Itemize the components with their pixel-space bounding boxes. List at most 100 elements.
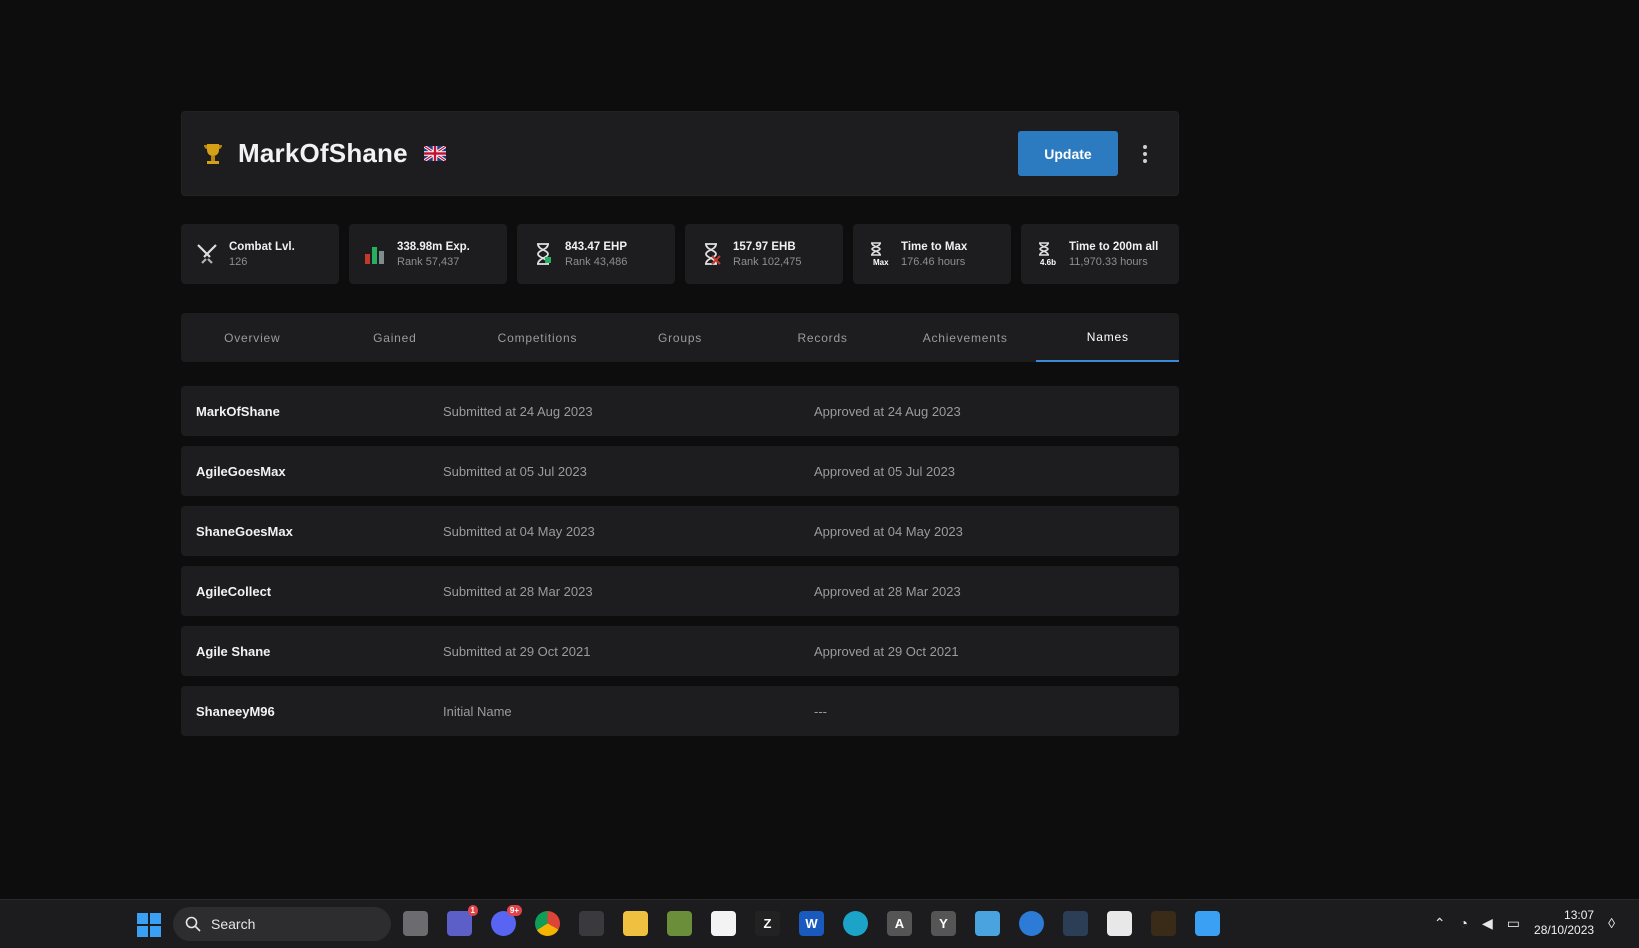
stat-time-to-200m: 4.6b Time to 200m all 11,970.33 hours [1021,224,1179,284]
submitted-date: Submitted at 05 Jul 2023 [443,463,587,479]
windows-start-icon[interactable] [137,913,161,937]
stat-value: 176.46 hours [901,255,966,268]
stats-bar: Combat Lvl. 126 338.98m Exp. Rank 57,437… [181,224,1179,284]
notepad-icon[interactable] [975,911,1000,936]
tab-achievements[interactable]: Achievements [894,313,1037,362]
y-app-icon[interactable]: Y [931,911,956,936]
teams-icon[interactable]: 1 [447,905,478,936]
submitted-date: Submitted at 04 May 2023 [443,523,595,539]
file-explorer-icon[interactable] [623,911,648,936]
taskbar-apps: 1 9+ Z W A Y [403,905,1220,936]
uk-flag-icon [422,144,447,163]
player-profile: MarkOfShane Update Combat Lvl. 126 338.9… [181,111,1180,736]
submitted-date: Submitted at 29 Oct 2021 [443,643,591,659]
hourglass-4.6b-icon: 4.6b [1039,242,1056,266]
stat-value: 126 [229,255,248,268]
snipping-tool-icon[interactable] [1107,911,1132,936]
taskbar-search[interactable]: Search [173,907,391,941]
stat-ehp: 843.47 EHP Rank 43,486 [517,224,675,284]
notification-bell-icon[interactable]: ◊ [1608,915,1615,931]
chrome-icon[interactable] [535,911,560,936]
approved-date: Approved at 28 Mar 2023 [814,583,961,599]
profile-tabs: Overview Gained Competitions Groups Reco… [181,313,1180,362]
approved-date: Approved at 29 Oct 2021 [814,643,959,659]
clock-date: 28/10/2023 [1534,923,1595,937]
search-icon [185,916,201,932]
stat-value: Rank 57,437 [397,255,460,268]
hourglass-max-icon: Max [871,242,889,266]
stat-title: 157.97 EHB [733,240,796,253]
tab-records[interactable]: Records [751,313,894,362]
taskbar: Search 1 9+ Z W A Y ⌃ ◔ ◀ ▭ 13:07 28/10/… [0,899,1639,948]
stat-combat-level: Combat Lvl. 126 [181,224,339,284]
approved-date: Approved at 05 Jul 2023 [814,463,955,479]
wifi-icon[interactable]: ◔ [1460,915,1468,931]
rl-app-icon[interactable] [1151,911,1176,936]
profile-header: MarkOfShane Update [181,111,1179,196]
player-name: MarkOfShane [238,138,408,168]
name-value: MarkOfShane [196,403,280,419]
search-label: Search [211,916,256,932]
bluetooth-app-icon[interactable] [1019,911,1044,936]
clock[interactable]: 13:07 28/10/2023 [1534,908,1594,938]
tab-overview[interactable]: Overview [181,313,324,362]
stat-experience: 338.98m Exp. Rank 57,437 [349,224,507,284]
discord-icon[interactable]: 9+ [491,905,522,936]
approved-date: Approved at 24 Aug 2023 [814,403,961,419]
stat-title: Time to 200m all [1069,240,1159,253]
word-icon[interactable]: W [799,911,824,936]
z-app-icon[interactable]: Z [755,911,780,936]
name-change-row: ShaneeyM96 Initial Name --- [181,686,1179,736]
update-button[interactable]: Update [1018,131,1118,176]
system-tray: ⌃ ◔ ◀ ▭ 13:07 28/10/2023 ◊ [1434,908,1615,938]
max-label: Max [873,258,889,266]
a-app-icon[interactable]: A [887,911,912,936]
stat-value: Rank 43,486 [565,255,628,268]
more-options-icon[interactable] [1130,139,1160,169]
name-value: ShaneGoesMax [196,523,293,539]
hourglass-icon [537,243,551,265]
hourglass-sword-icon [705,243,721,265]
approved-date: --- [814,703,827,719]
tab-names[interactable]: Names [1036,313,1180,362]
bar-chart-icon [365,247,384,264]
microsoft-store-icon[interactable] [711,911,736,936]
tab-gained[interactable]: Gained [324,313,467,362]
stat-title: 338.98m Exp. [397,240,470,253]
stat-time-to-max: Max Time to Max 176.46 hours [853,224,1011,284]
submitted-date: Initial Name [443,703,512,719]
teams-badge: 1 [467,905,478,916]
stat-title: Time to Max [901,240,968,253]
name-change-row: ShaneGoesMax Submitted at 04 May 2023 Ap… [181,506,1179,556]
edge-beta-icon[interactable] [843,911,868,936]
chevron-up-icon[interactable]: ⌃ [1434,915,1446,932]
submitted-date: Submitted at 28 Mar 2023 [443,583,593,599]
minecraft-icon[interactable] [667,911,692,936]
submitted-date: Submitted at 24 Aug 2023 [443,403,593,419]
battery-icon[interactable]: ▭ [1507,915,1520,932]
crossed-swords-icon [197,244,217,264]
discord-badge: 9+ [506,905,522,916]
volume-icon[interactable]: ◀ [1482,915,1493,932]
stat-title: 843.47 EHP [565,240,628,253]
name-change-row: Agile Shane Submitted at 29 Oct 2021 App… [181,626,1179,676]
name-value: Agile Shane [196,643,271,659]
stat-title: Combat Lvl. [229,240,295,253]
name-value: AgileGoesMax [196,463,286,479]
task-view-icon[interactable] [403,911,428,936]
name-value: ShaneeyM96 [196,703,275,719]
trophy-icon [202,141,224,167]
tab-competitions[interactable]: Competitions [466,313,609,362]
approved-date: Approved at 04 May 2023 [814,523,963,539]
tab-groups[interactable]: Groups [609,313,752,362]
stat-value: 11,970.33 hours [1069,255,1148,268]
name-change-row: AgileGoesMax Submitted at 05 Jul 2023 Ap… [181,446,1179,496]
photos-icon[interactable] [1195,911,1220,936]
stat-ehb: 157.97 EHB Rank 102,475 [685,224,843,284]
runelite-icon[interactable] [1063,911,1088,936]
mouse-icon[interactable] [579,911,604,936]
stat-value: Rank 102,475 [733,255,802,268]
name-change-row: MarkOfShane Submitted at 24 Aug 2023 App… [181,386,1179,436]
name-change-row: AgileCollect Submitted at 28 Mar 2023 Ap… [181,566,1179,616]
name-history-list: MarkOfShane Submitted at 24 Aug 2023 App… [181,386,1179,736]
